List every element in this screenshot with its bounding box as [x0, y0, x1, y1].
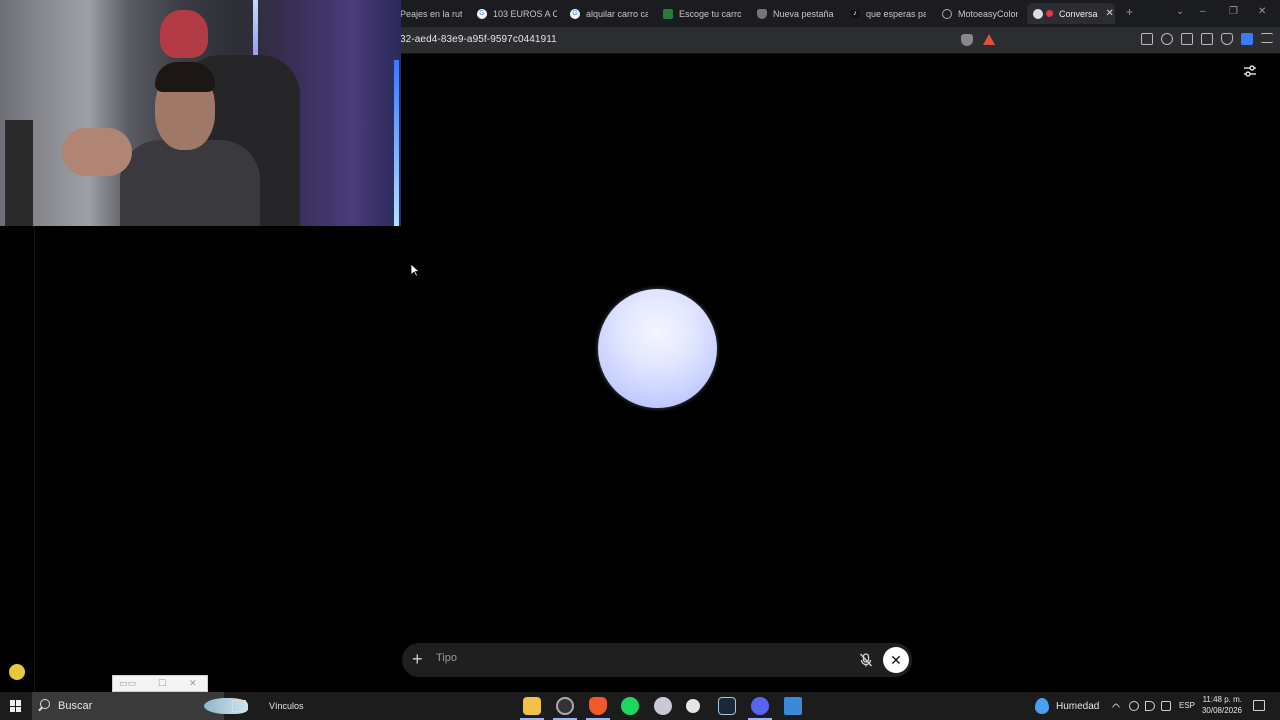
tab-tiktok[interactable]: ♪ que esperas par: [850, 3, 926, 24]
extensions-icon[interactable]: [1141, 33, 1153, 45]
notifications-icon[interactable]: [1253, 700, 1265, 711]
url-field[interactable]: 32-aed4-83e9-a95f-9597c0441911: [400, 34, 557, 45]
mute-mic-icon[interactable]: [858, 652, 874, 668]
google-icon: G: [570, 8, 580, 19]
spotify-icon[interactable]: [621, 697, 639, 715]
app-icon[interactable]: [654, 697, 672, 715]
tiktok-icon: ♪: [850, 8, 860, 19]
voice-settings-icon[interactable]: [1242, 64, 1258, 78]
brave-shields-icon[interactable]: [961, 34, 973, 46]
weather-label[interactable]: Humedad: [1056, 701, 1099, 712]
display-icon[interactable]: [1161, 701, 1171, 711]
tab-nueva-pestana[interactable]: Nueva pestaña: [757, 3, 837, 24]
volume-icon[interactable]: [1145, 701, 1155, 711]
minimize-icon[interactable]: –: [1200, 6, 1206, 17]
discord-icon[interactable]: [751, 697, 769, 715]
humidity-icon[interactable]: [1035, 698, 1049, 714]
search-icon-handle: [38, 706, 43, 712]
clock-time[interactable]: 11:48 p. m.: [1200, 695, 1242, 704]
sidebar-icon[interactable]: [1181, 33, 1193, 45]
tab-label: alquilar carro ca: [586, 8, 648, 19]
windows-taskbar: Buscar Vínculos Humedad ESP 11:48 p. m. …: [0, 692, 1280, 720]
leo-ai-icon[interactable]: [1241, 33, 1253, 45]
lamp: [5, 120, 33, 226]
end-voice-button[interactable]: ✕: [883, 647, 909, 673]
new-tab-icon[interactable]: +: [1126, 5, 1133, 19]
file-explorer-icon[interactable]: [523, 697, 541, 715]
brave-icon[interactable]: [589, 697, 607, 715]
chrome-icon[interactable]: [556, 697, 574, 715]
network-icon[interactable]: [1129, 701, 1139, 711]
links-toolbar[interactable]: Vínculos: [269, 701, 304, 711]
mini-close-button[interactable]: ✕: [189, 678, 197, 689]
tab-label: Peajes en la ruta: [400, 8, 462, 19]
tab-label: que esperas par: [866, 8, 926, 19]
tab-alquilar-carro[interactable]: G alquilar carro ca: [570, 3, 648, 24]
mini-restore-button[interactable]: ☐: [158, 678, 166, 689]
media-icon[interactable]: [1161, 33, 1173, 45]
language-indicator[interactable]: ESP: [1179, 701, 1195, 710]
tab-list-icon[interactable]: ⌄: [1176, 6, 1184, 17]
tab-motoeasy[interactable]: MotoeasyColom: [942, 3, 1018, 24]
window-thumbnail-icon: ▭▭: [119, 678, 137, 688]
add-attachment-button[interactable]: +: [412, 650, 423, 668]
vpn-icon[interactable]: [1221, 33, 1233, 45]
search-label: Buscar: [58, 700, 93, 712]
plush-toy: [160, 10, 208, 58]
settings-icon[interactable]: [686, 699, 700, 713]
minimized-window-preview[interactable]: ▭▭ ☐ ✕: [112, 675, 208, 692]
tab-label: 103 EUROS A CO: [493, 8, 557, 19]
taskbar-search[interactable]: Buscar: [32, 692, 248, 720]
restore-icon[interactable]: ❐: [1229, 6, 1238, 17]
tab-close-icon[interactable]: ✕: [1106, 8, 1114, 19]
led-strip: [394, 60, 399, 226]
streamer-hands: [62, 128, 132, 176]
menu-icon[interactable]: [1261, 33, 1273, 43]
tab-103-euros[interactable]: G 103 EUROS A CO: [477, 3, 557, 24]
tab-label: MotoeasyColom: [958, 8, 1018, 19]
globe-icon: [942, 8, 952, 19]
wallet-icon[interactable]: [1201, 33, 1213, 45]
brave-shield-icon: [757, 8, 767, 19]
tray-overflow-icon[interactable]: [1111, 702, 1121, 712]
tab-label: Conversa: [1059, 8, 1098, 19]
car-rental-icon: [663, 8, 673, 19]
task-view-icon[interactable]: [232, 700, 246, 712]
steam-icon[interactable]: [718, 697, 736, 715]
status-indicator[interactable]: [9, 664, 25, 680]
tab-label: Escoge tu carro: [679, 8, 741, 19]
streamer-hair: [155, 62, 215, 92]
google-icon: G: [477, 8, 487, 19]
brave-rewards-icon[interactable]: [983, 34, 995, 45]
sidebar-divider: [34, 226, 35, 692]
window-close-icon[interactable]: ✕: [1258, 6, 1266, 17]
voice-composer: + Tipo ✕: [402, 643, 912, 677]
calculator-icon[interactable]: [784, 697, 802, 715]
tab-escoge-carro[interactable]: Escoge tu carro: [663, 3, 741, 24]
tab-conversa[interactable]: Conversa ✕: [1027, 3, 1115, 24]
clock-date[interactable]: 30/08/2026: [1198, 706, 1242, 715]
voice-orb: [598, 289, 717, 408]
streamer-body: [120, 140, 260, 226]
tab-peajes[interactable]: Peajes en la ruta: [400, 3, 462, 24]
message-input[interactable]: Tipo: [436, 652, 457, 664]
chatgpt-icon: [1033, 8, 1043, 19]
windows-start-icon[interactable]: [10, 700, 22, 712]
recording-icon: [1046, 10, 1053, 17]
tab-label: Nueva pestaña: [773, 8, 834, 19]
mouse-cursor-icon: [410, 263, 420, 277]
webcam-overlay: [0, 0, 401, 226]
